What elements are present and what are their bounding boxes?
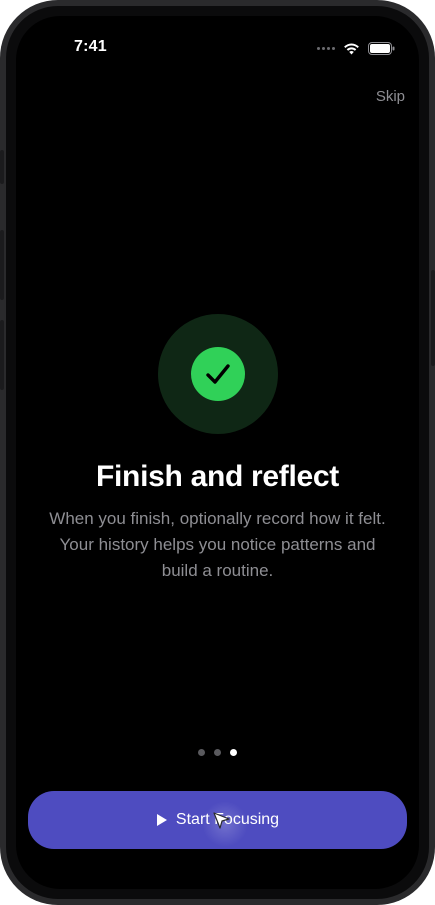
status-time: 7:41 — [74, 38, 107, 55]
skip-button[interactable]: Skip — [376, 88, 405, 105]
checkmark-circle-icon — [190, 347, 245, 401]
power-button — [431, 270, 435, 366]
signal-dots-icon — [317, 47, 335, 50]
wifi-icon — [343, 42, 360, 55]
action-button — [0, 150, 4, 184]
play-icon — [156, 813, 168, 827]
start-focusing-button[interactable]: Start Focusing — [28, 791, 407, 849]
page-dot[interactable] — [198, 749, 205, 756]
status-bar: 7:41 — [16, 38, 419, 64]
start-focusing-label: Start Focusing — [175, 811, 280, 828]
page-dot-active[interactable] — [230, 749, 237, 756]
phone-bezel: 7:41 Skip Finish and reflect When you fi… — [6, 6, 429, 899]
volume-up-button — [0, 230, 4, 300]
onboarding-screen: 7:41 Skip Finish and reflect When you fi… — [16, 16, 419, 889]
phone-frame: 7:41 Skip Finish and reflect When you fi… — [0, 0, 435, 905]
page-indicator — [16, 749, 419, 756]
battery-icon — [368, 42, 395, 55]
onboarding-description: When you finish, optionally record how i… — [49, 509, 386, 580]
onboarding-content: Finish and reflect When you finish, opti… — [16, 314, 419, 584]
status-icons — [317, 42, 395, 55]
page-dot[interactable] — [214, 749, 221, 756]
checkmark-halo — [157, 314, 278, 434]
volume-down-button — [0, 320, 4, 390]
onboarding-title: Finish and reflect — [96, 460, 339, 493]
